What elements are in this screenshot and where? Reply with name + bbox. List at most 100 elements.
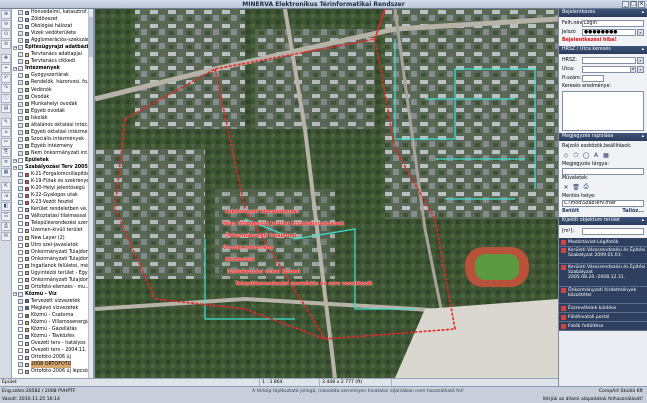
- layer-item[interactable]: ✓ K-19-Fűtak és szekrények: [12, 178, 93, 185]
- layer-checkbox[interactable]: ✓: [18, 94, 23, 100]
- map-tool-icon[interactable]: ↶: [1, 74, 11, 83]
- layer-checkbox[interactable]: ✓: [18, 80, 23, 86]
- layer-checkbox[interactable]: ✓: [18, 24, 23, 30]
- expand-icon[interactable]: −: [13, 165, 17, 170]
- layer-item[interactable]: Üzemen-kívüli terület: [12, 227, 93, 234]
- layer-item[interactable]: Ortofotó-2006 új: [12, 354, 93, 361]
- layer-item[interactable]: ✓ Vizek védőterülete: [12, 30, 93, 37]
- layer-item[interactable]: ✓ Szociális intézmények: [12, 136, 93, 143]
- map-tool-icon[interactable]: ⇲: [1, 192, 11, 201]
- layer-checkbox[interactable]: ✓: [18, 291, 23, 297]
- layer-checkbox[interactable]: [18, 270, 23, 276]
- chevron-up-icon[interactable]: ▴: [642, 133, 644, 141]
- expand-icon[interactable]: −: [13, 45, 17, 50]
- map-tool-icon[interactable]: ⌖: [1, 64, 11, 73]
- map-tool-icon[interactable]: ⊘: [1, 40, 11, 49]
- layer-checkbox[interactable]: [18, 228, 23, 234]
- hrsz-search-button[interactable]: »: [637, 56, 644, 64]
- layer-checkbox[interactable]: ✓: [18, 305, 23, 311]
- layer-checkbox[interactable]: ✓: [18, 136, 23, 142]
- house-number-input[interactable]: [582, 74, 604, 82]
- layer-checkbox[interactable]: [18, 355, 23, 361]
- layer-checkbox[interactable]: [18, 249, 23, 255]
- layer-checkbox[interactable]: ✓: [18, 200, 23, 206]
- layer-checkbox[interactable]: [18, 327, 23, 333]
- map-tool-icon[interactable]: ✎: [1, 118, 11, 127]
- layer-checkbox[interactable]: [18, 313, 23, 319]
- layer-item[interactable]: Övezeti terv - 2004.11.: [12, 347, 93, 354]
- layer-item[interactable]: ✓ Munkahelyi óvodák: [12, 101, 93, 108]
- layer-checkbox[interactable]: ✓: [18, 150, 23, 156]
- map-tool-icon[interactable]: ⊖: [1, 20, 11, 29]
- layer-checkbox[interactable]: ✓: [18, 186, 23, 192]
- chevron-up-icon[interactable]: ▴: [642, 217, 644, 225]
- login-header[interactable]: Bejelentkezés ▴: [559, 9, 647, 17]
- layer-item[interactable]: ✓ Egyéb oktatási intézmény: [12, 129, 93, 136]
- scrollbar-thumb[interactable]: [89, 17, 93, 57]
- delete-icon[interactable]: ✕: [562, 184, 570, 191]
- diamond-tool-icon[interactable]: ◇: [562, 152, 570, 159]
- street-search-button[interactable]: »: [637, 65, 644, 73]
- layer-checkbox[interactable]: [18, 214, 23, 220]
- layer-item[interactable]: Önkormányzati Tulajdonú: [12, 256, 93, 263]
- portal-link[interactable]: Kerületi Városrendezési és Építési Szabá…: [559, 264, 647, 287]
- hrsz-input[interactable]: [582, 56, 636, 64]
- layer-checkbox[interactable]: ✓: [18, 101, 23, 107]
- portal-link[interactable]: Észrevételek küldése: [559, 304, 647, 313]
- layer-item[interactable]: Kerület rendeletben védett: [12, 206, 93, 213]
- layer-item[interactable]: Ortofotó-2006 új lépcsős: [12, 368, 93, 375]
- text-tool-icon[interactable]: A: [592, 152, 600, 159]
- layer-item[interactable]: Közmű - Csatorna: [12, 312, 93, 319]
- layer-item[interactable]: Településrendezési szerződés: [12, 220, 93, 227]
- maximize-button[interactable]: □: [630, 1, 637, 8]
- map-tool-icon[interactable]: ▦: [1, 168, 11, 177]
- layer-item[interactable]: ✓ Tervezett vízvezeték: [12, 298, 93, 305]
- circle-tool-icon[interactable]: ◯: [582, 152, 590, 159]
- layer-checkbox[interactable]: ✓: [18, 108, 23, 114]
- layer-checkbox[interactable]: ✓: [18, 122, 23, 128]
- layer-checkbox[interactable]: [18, 242, 23, 248]
- map-tool-icon[interactable]: ✥: [1, 54, 11, 63]
- layer-checkbox[interactable]: [18, 277, 23, 283]
- layer-item[interactable]: ✓ Gyógyszertárak: [12, 72, 93, 79]
- layer-item[interactable]: ✓ Egyéb óvodák: [12, 108, 93, 115]
- portal-link[interactable]: Földhivatali portál: [559, 313, 647, 322]
- layer-item[interactable]: ✓ 2008 ORTOFOTÓ: [12, 361, 93, 369]
- layer-checkbox[interactable]: ✓: [18, 38, 23, 44]
- orthophoto-map[interactable]: [95, 9, 558, 378]
- portal-link[interactable]: Madártávlat-Légifotók: [559, 238, 647, 247]
- layer-checkbox[interactable]: ✓: [18, 362, 23, 368]
- map-tool-icon[interactable]: ✂: [1, 138, 11, 147]
- map-tool-icon[interactable]: ☷: [1, 212, 11, 221]
- layer-checkbox[interactable]: [18, 158, 23, 163]
- map-tool-icon[interactable]: ⊕: [1, 10, 11, 19]
- map-tool-icon[interactable]: ⇱: [1, 182, 11, 191]
- map-tool-icon[interactable]: ⌂: [1, 128, 11, 137]
- layer-item[interactable]: Változtatási tilalmassal érintett: [12, 213, 93, 220]
- layer-checkbox[interactable]: ✓: [18, 235, 23, 241]
- password-input[interactable]: ●●●●●●●●: [582, 28, 636, 36]
- map-tool-icon[interactable]: ≡: [1, 158, 11, 167]
- layer-checkbox[interactable]: ✓: [18, 143, 23, 149]
- layer-checkbox[interactable]: ✓: [18, 66, 23, 72]
- area-header[interactable]: Kijelölt objektum terület ▴: [559, 217, 647, 225]
- map-tool-icon[interactable]: ⎘: [1, 148, 11, 157]
- username-input[interactable]: Login: [582, 19, 644, 27]
- close-button[interactable]: ×: [638, 1, 645, 8]
- layer-checkbox[interactable]: ✓: [18, 52, 23, 58]
- chevron-down-icon[interactable]: ▾: [630, 66, 635, 72]
- chevron-up-icon[interactable]: ▴: [642, 9, 644, 17]
- layer-checkbox[interactable]: [18, 320, 23, 326]
- layer-item[interactable]: Közmű - Gázellátás: [12, 326, 93, 333]
- layer-item[interactable]: − Épületek: [12, 157, 93, 164]
- layer-item[interactable]: − ✓ Szabályozási Terv 2005: [12, 164, 93, 171]
- layer-checkbox[interactable]: ✓: [18, 73, 23, 79]
- layer-item[interactable]: Önkormányzati Tulajdonú: [12, 249, 93, 256]
- layer-item[interactable]: ✓ Tervtanács cikkedi: [12, 58, 93, 65]
- layer-item[interactable]: ✓ New Layer (2): [12, 235, 93, 242]
- layer-checkbox[interactable]: [18, 221, 23, 227]
- login-button[interactable]: »: [637, 28, 644, 36]
- layer-item[interactable]: ✓ Zöldövezet: [12, 16, 93, 23]
- load-button[interactable]: Betölt: [562, 207, 579, 215]
- layer-item[interactable]: − ✓ Közmű - Víz: [12, 291, 93, 298]
